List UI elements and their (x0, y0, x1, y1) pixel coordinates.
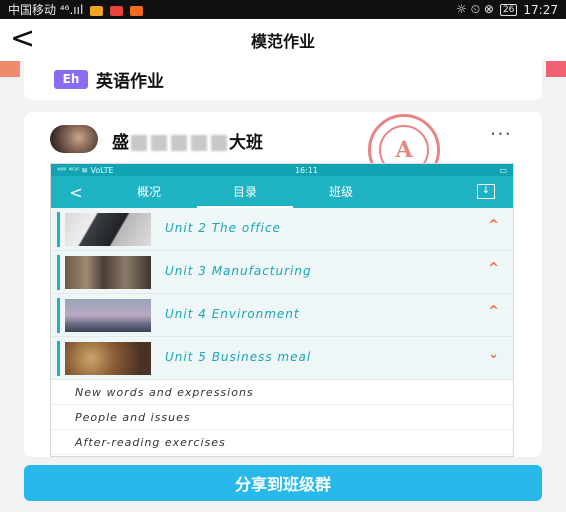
chevron-up-icon: ^ (488, 218, 499, 233)
status-left: 中国移动 ⁴⁶.ııl (8, 1, 456, 18)
list-item: After-reading exercises (51, 430, 513, 455)
unit-accent-bar (57, 212, 60, 247)
banner-accent-left (0, 61, 20, 77)
subject-title: 英语作业 (96, 71, 164, 92)
screenshot-status-left: ⁴⁶ᴵˡ ⁴ᴳᴵˡ ≋ VoLTE (57, 165, 114, 175)
homework-screenshot[interactable]: ⁴⁶ᴵˡ ⁴ᴳᴵˡ ≋ VoLTE 16:11 ▭ < 概况 目录 班级 ↓ U… (50, 163, 514, 457)
unit-thumbnail (65, 256, 151, 289)
more-options-icon[interactable]: ··· (490, 122, 512, 146)
play-notification-icon (129, 5, 143, 16)
owner-name-start: 盛 (112, 133, 129, 153)
system-icons: ☼ ⏲ ⊗ (456, 2, 494, 16)
download-icon: ↓ (477, 184, 495, 199)
homework-post-card: 盛大班 A ··· ⁴⁶ᴵˡ ⁴ᴳᴵˡ ≋ VoLTE 16:11 ▭ < 概况… (24, 112, 542, 457)
banner-accent-right (546, 61, 566, 77)
nav-bar: < 模范作业 (0, 19, 566, 61)
subject-badge: Eh (54, 69, 88, 89)
unit-accent-bar (57, 255, 60, 290)
unit-accent-bar (57, 298, 60, 333)
chevron-up-icon: ^ (488, 304, 499, 319)
share-to-class-group-button[interactable]: 分享到班级群 (24, 465, 542, 501)
list-item: People and issues (51, 405, 513, 430)
unit-row: Unit 5 Business meal ⌄ (51, 337, 513, 380)
status-right: ☼ ⏲ ⊗ 26 17:27 (456, 2, 558, 17)
class-owner-name: 盛 大班 (112, 128, 263, 153)
unit-title: Unit 5 Business meal (165, 350, 312, 364)
blurred-text (191, 135, 207, 151)
unit-row: Unit 3 Manufacturing ^ (51, 251, 513, 294)
blurred-text (171, 135, 187, 151)
unit-thumbnail (65, 299, 151, 332)
battery-icon: 26 (499, 3, 518, 16)
screenshot-tab-bar: < 概况 目录 班级 ↓ (51, 176, 513, 208)
signal-icon: ⁴⁶.ııl (59, 3, 84, 17)
carrier-label: 中国移动 (8, 3, 57, 17)
blurred-text (131, 135, 147, 151)
unit-thumbnail (65, 342, 151, 375)
screenshot-status-bar: ⁴⁶ᴵˡ ⁴ᴳᴵˡ ≋ VoLTE 16:11 ▭ (51, 164, 513, 176)
app-notification-icon (90, 5, 104, 16)
unit-accent-bar (57, 341, 60, 376)
screenshot-status-time: 16:11 (294, 165, 319, 175)
unit-thumbnail (65, 213, 151, 246)
unit-row: Unit 4 Environment ^ (51, 294, 513, 337)
status-bar: 中国移动 ⁴⁶.ııl ☼ ⏲ ⊗ 26 17:27 (0, 0, 566, 19)
unit-title: Unit 3 Manufacturing (165, 264, 312, 278)
unit-title: Unit 2 The office (165, 221, 281, 235)
owner-name-end: 大班 (229, 133, 263, 153)
page-title: 模范作业 (250, 32, 315, 51)
avatar[interactable] (50, 125, 98, 153)
screenshot-back-icon: < (69, 182, 83, 202)
back-icon[interactable]: < (10, 23, 35, 55)
chevron-down-icon: ⌄ (488, 347, 499, 362)
blurred-text (211, 135, 227, 151)
chevron-up-icon: ^ (488, 261, 499, 276)
tab-class: 班级 (328, 185, 353, 199)
blurred-text (151, 135, 167, 151)
screenshot-battery-icon: ▭ (499, 165, 507, 175)
unit-row: Unit 2 The office ^ (51, 208, 513, 251)
list-item: New words and expressions (51, 380, 513, 405)
status-time: 17:27 (523, 2, 558, 17)
subject-card: Eh 英语作业 (24, 58, 542, 100)
app-notification-icon-2 (109, 5, 123, 16)
tab-overview: 概况 (136, 185, 161, 199)
unit-title: Unit 4 Environment (165, 307, 300, 321)
tab-contents: 目录 (197, 176, 293, 208)
